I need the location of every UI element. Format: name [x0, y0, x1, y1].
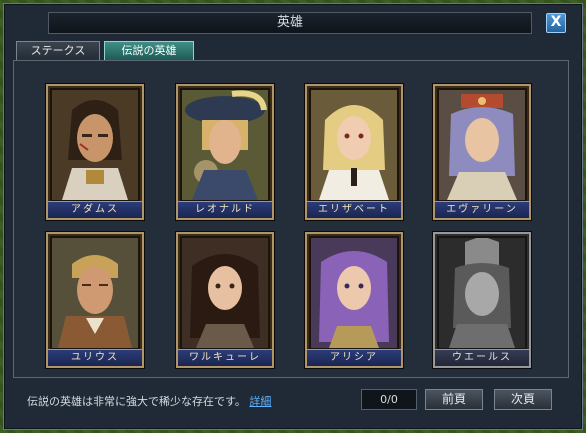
prev-page-button[interactable]: 前頁	[425, 389, 483, 410]
hero-portrait	[311, 90, 397, 200]
tab-stakes[interactable]: ステークス	[16, 41, 100, 60]
hero-name: アリシア	[307, 349, 401, 366]
details-link[interactable]: 詳細	[249, 395, 271, 408]
footer-description: 伝説の英雄は非常に強大で稀少な存在です。	[27, 395, 246, 408]
tab-legendary-heroes[interactable]: 伝説の英雄	[104, 41, 194, 60]
hero-portrait	[439, 238, 525, 348]
hero-card[interactable]: アリシア	[305, 232, 403, 368]
hero-card[interactable]: ユリウス	[46, 232, 144, 368]
hero-name: レオナルド	[178, 201, 272, 218]
hero-name: アダムス	[48, 201, 142, 218]
hero-name: ワルキューレ	[178, 349, 272, 366]
hero-name: エリザベート	[307, 201, 401, 218]
hero-name: ウエールス	[435, 349, 529, 366]
hero-card[interactable]: エリザベート	[305, 84, 403, 220]
hero-portrait	[52, 90, 138, 200]
page-counter: 0/0	[361, 389, 417, 410]
hero-card[interactable]: アダムス	[46, 84, 144, 220]
hero-portrait	[439, 90, 525, 200]
hero-portrait	[182, 238, 268, 348]
window-title: 英雄	[48, 12, 532, 34]
footer-description-row: 伝説の英雄は非常に強大で稀少な存在です。 詳細	[27, 393, 271, 409]
hero-card[interactable]: ワルキューレ	[176, 232, 274, 368]
hero-portrait	[311, 238, 397, 348]
close-button[interactable]: X	[546, 13, 566, 33]
hero-name: エヴァリーン	[435, 201, 529, 218]
hero-card[interactable]: レオナルド	[176, 84, 274, 220]
hero-portrait	[182, 90, 268, 200]
hero-portrait	[52, 238, 138, 348]
hero-name: ユリウス	[48, 349, 142, 366]
next-page-button[interactable]: 次頁	[494, 389, 552, 410]
hero-card[interactable]: エヴァリーン	[433, 84, 531, 220]
hero-card[interactable]: ウエールス	[433, 232, 531, 368]
